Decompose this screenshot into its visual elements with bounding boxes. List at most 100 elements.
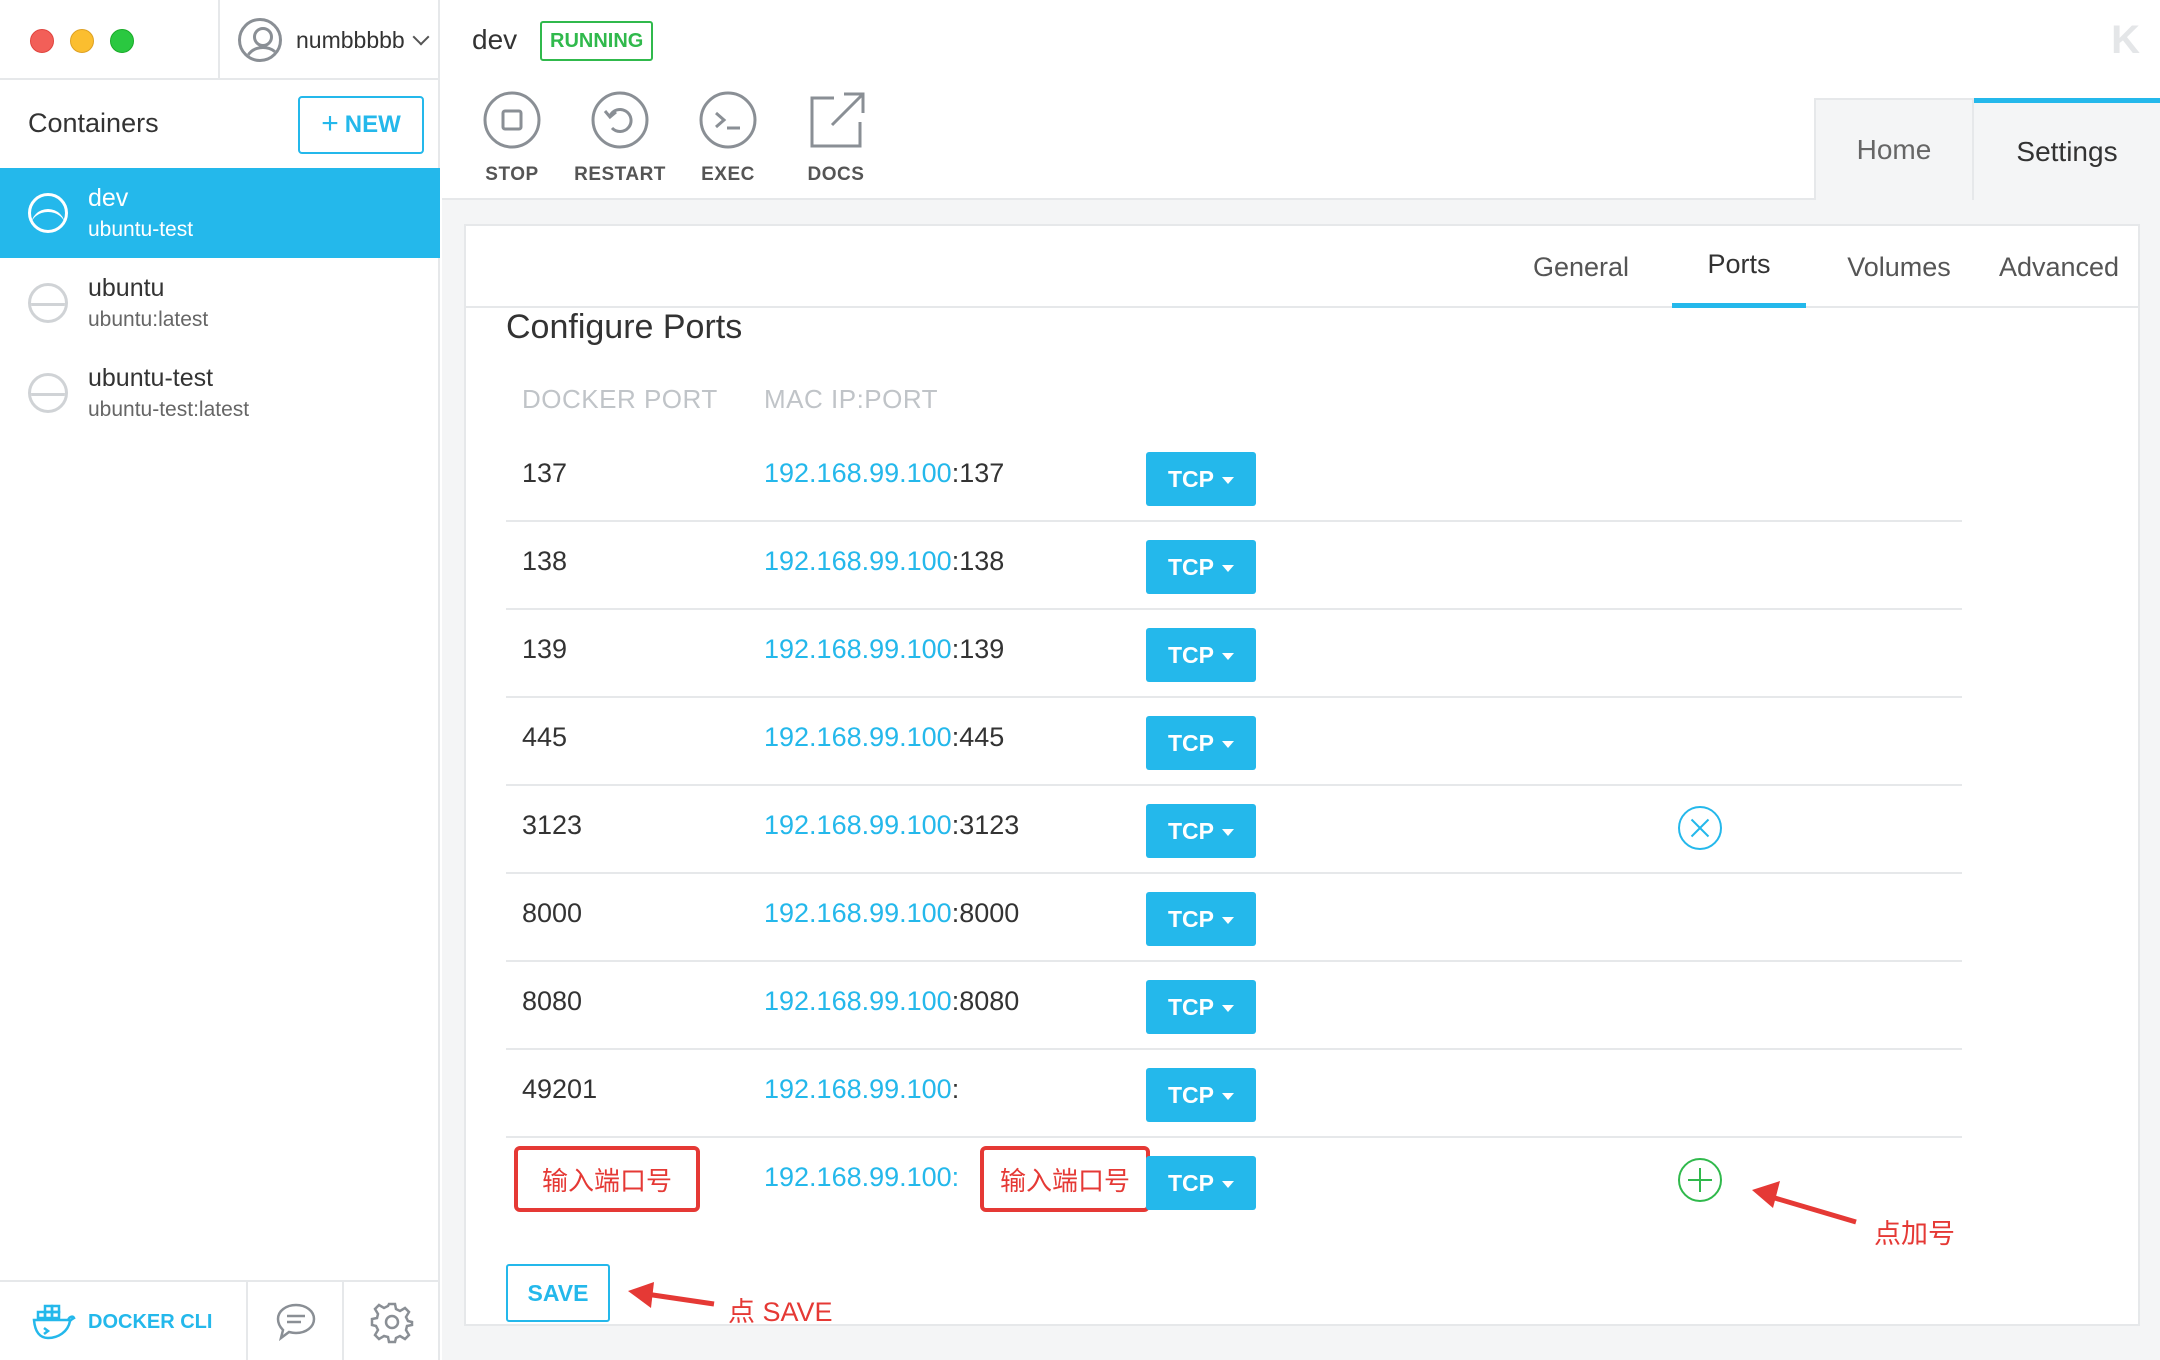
protocol-label: TCP (1168, 465, 1214, 492)
docker-whale-icon (32, 1304, 76, 1340)
docker-cli-label: DOCKER CLI (88, 1310, 213, 1333)
new-container-button[interactable]: + NEW (298, 96, 424, 154)
stop-icon (483, 91, 541, 149)
zoom-window-button[interactable] (110, 29, 134, 53)
host-port: :3123 (951, 810, 1020, 840)
caret-down-icon (1222, 1005, 1234, 1012)
host-ip-link[interactable]: 192.168.99.100 (764, 634, 952, 664)
protocol-dropdown[interactable]: TCP (1146, 540, 1256, 594)
protocol-label: TCP (1168, 553, 1214, 580)
subtab-general[interactable]: General (1516, 226, 1646, 308)
protocol-dropdown[interactable]: TCP (1146, 1156, 1256, 1210)
host-ip-link[interactable]: 192.168.99.100: (764, 1162, 959, 1192)
docs-button[interactable]: DOCS (786, 90, 886, 186)
container-title: dev (472, 24, 518, 55)
exec-button[interactable]: EXEC (678, 90, 778, 186)
container-name: ubuntu (88, 274, 165, 302)
restart-icon (591, 91, 649, 149)
remove-port-icon[interactable] (1678, 806, 1722, 850)
containers-title: Containers (28, 108, 159, 138)
caret-down-icon (1222, 917, 1234, 924)
subtab-ports[interactable]: Ports (1672, 226, 1806, 308)
docker-cli-button[interactable]: DOCKER CLI (32, 1300, 212, 1344)
chevron-down-icon (412, 28, 430, 46)
host-ip-link[interactable]: 192.168.99.100 (764, 898, 952, 928)
host-address: 192.168.99.100:138 (764, 546, 1004, 577)
status-badge: RUNNING (540, 21, 654, 61)
main-area: dev RUNNING K STOP RESTART EXEC DOCS Hom… (442, 0, 2160, 1360)
container-image: ubuntu:latest (88, 308, 209, 331)
host-ip-link[interactable]: 192.168.99.100 (764, 546, 952, 576)
host-port-input[interactable]: 输入端口号 (980, 1146, 1150, 1212)
container-item-dev[interactable]: dev ubuntu-test (0, 168, 440, 258)
port-row: 49201 192.168.99.100: TCP (506, 1050, 1962, 1138)
add-port-icon[interactable] (1678, 1158, 1722, 1202)
kitematic-logo: K (2111, 18, 2140, 62)
docker-port: 8080 (522, 986, 583, 1016)
footer-divider (342, 1282, 344, 1360)
container-item-ubuntu[interactable]: ubuntu ubuntu:latest (0, 258, 440, 348)
container-item-ubuntu-test[interactable]: ubuntu-test ubuntu-test:latest (0, 348, 440, 438)
container-stopped-icon (28, 373, 68, 413)
port-row: 137 192.168.99.100:137 TCP (506, 434, 1962, 522)
protocol-dropdown[interactable]: TCP (1146, 804, 1256, 858)
subtab-advanced[interactable]: Advanced (1988, 226, 2130, 308)
new-button-label: NEW (344, 111, 401, 138)
host-ip-link[interactable]: 192.168.99.100 (764, 1074, 952, 1104)
host-port: :445 (951, 722, 1005, 752)
host-address: 192.168.99.100:445 (764, 722, 1004, 753)
protocol-dropdown[interactable]: TCP (1146, 716, 1256, 770)
stop-label: STOP (485, 164, 539, 185)
user-menu[interactable]: numbbbbb (238, 18, 430, 62)
restart-button[interactable]: RESTART (570, 90, 670, 186)
user-name: numbbbbb (296, 26, 405, 53)
tab-home[interactable]: Home (1814, 98, 1974, 200)
docker-port: 138 (522, 546, 568, 576)
container-running-icon (28, 193, 68, 233)
host-port: :137 (951, 458, 1005, 488)
tab-settings[interactable]: Settings (1974, 98, 2160, 200)
protocol-dropdown[interactable]: TCP (1146, 1068, 1256, 1122)
docker-port: 139 (522, 634, 568, 664)
minimize-window-button[interactable] (70, 29, 94, 53)
user-avatar-icon (238, 18, 282, 62)
preferences-button[interactable] (370, 1300, 414, 1349)
host-address: 192.168.99.100:139 (764, 634, 1004, 665)
host-ip-link[interactable]: 192.168.99.100 (764, 986, 952, 1016)
caret-down-icon (1222, 1181, 1234, 1188)
settings-subtabs: General Ports Volumes Advanced (466, 226, 2138, 308)
subtab-volumes[interactable]: Volumes (1828, 226, 1970, 308)
host-address: 192.168.99.100: (764, 1074, 959, 1105)
protocol-label: TCP (1168, 1169, 1214, 1196)
feedback-button[interactable] (274, 1300, 318, 1349)
caret-down-icon (1222, 477, 1234, 484)
port-row: 3123 192.168.99.100:3123 TCP (506, 786, 1962, 874)
exec-label: EXEC (701, 164, 755, 185)
host-address: 192.168.99.100:8080 (764, 986, 1019, 1017)
plus-icon: + (321, 106, 339, 140)
host-ip-link[interactable]: 192.168.99.100 (764, 722, 952, 752)
column-header-mac-ip-port: MAC IP:PORT (764, 384, 939, 414)
host-address: 192.168.99.100:8000 (764, 898, 1019, 929)
close-window-button[interactable] (30, 29, 54, 53)
protocol-dropdown[interactable]: TCP (1146, 980, 1256, 1034)
protocol-dropdown[interactable]: TCP (1146, 452, 1256, 506)
titlebar-divider (218, 0, 220, 80)
terminal-icon (699, 91, 757, 149)
protocol-dropdown[interactable]: TCP (1146, 892, 1256, 946)
protocol-label: TCP (1168, 905, 1214, 932)
stop-button[interactable]: STOP (462, 90, 562, 186)
host-ip-link[interactable]: 192.168.99.100 (764, 810, 952, 840)
new-port-row: 输入端口号 192.168.99.100: 输入端口号 TCP (506, 1138, 1962, 1226)
container-image: ubuntu-test (88, 218, 194, 241)
containers-header: Containers + NEW (0, 82, 440, 168)
port-row: 139 192.168.99.100:139 TCP (506, 610, 1962, 698)
docker-port-input[interactable]: 输入端口号 (514, 1146, 700, 1212)
host-port: :8080 (951, 986, 1020, 1016)
protocol-dropdown[interactable]: TCP (1146, 628, 1256, 682)
host-ip-link[interactable]: 192.168.99.100 (764, 458, 952, 488)
restart-label: RESTART (574, 164, 666, 185)
save-button[interactable]: SAVE (506, 1264, 610, 1322)
docs-label: DOCS (807, 164, 865, 185)
caret-down-icon (1222, 1093, 1234, 1100)
